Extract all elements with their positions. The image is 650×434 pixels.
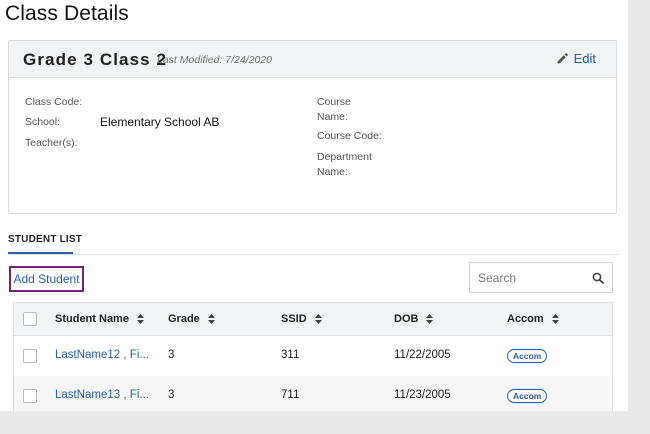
department-name-label: Department Name:: [317, 151, 372, 178]
column-header-grade[interactable]: Grade: [168, 313, 215, 325]
pencil-icon: [557, 53, 568, 64]
student-table: Student Name Grade SSID DOB Accom LastNa…: [13, 302, 613, 411]
class-details-page: Class Details Grade 3 Class 2 Last Modif…: [0, 0, 628, 411]
column-header-ssid[interactable]: SSID: [281, 313, 322, 325]
page-title: Class Details: [5, 2, 129, 25]
dob-cell: 11/23/2005: [394, 389, 451, 401]
course-code-label: Course Code:: [317, 130, 382, 142]
column-label: Accom: [507, 313, 544, 325]
student-name-link[interactable]: LastName13 , Fi...: [55, 389, 149, 401]
sort-icon: [551, 314, 559, 324]
column-label: DOB: [394, 313, 419, 325]
grade-cell: 3: [168, 389, 175, 401]
sort-icon: [314, 314, 322, 324]
student-name-link[interactable]: LastName12 , Fi...: [55, 349, 149, 361]
accom-badge[interactable]: Accom: [507, 389, 548, 403]
sort-icon: [426, 314, 434, 324]
sort-icon: [136, 314, 144, 324]
select-all-checkbox[interactable]: [23, 312, 37, 326]
row-checkbox[interactable]: [23, 389, 37, 403]
grade-cell: 3: [168, 349, 175, 361]
last-modified-text: Last Modified: 7/24/2020: [157, 54, 272, 66]
column-header-student-name[interactable]: Student Name: [55, 313, 144, 325]
row-checkbox[interactable]: [23, 349, 37, 363]
add-student-button[interactable]: Add Student: [9, 266, 84, 292]
search-icon[interactable]: [592, 272, 604, 284]
table-row: LastName13 , Fi... 3 711 11/23/2005 Acco…: [14, 376, 612, 411]
tab-student-list[interactable]: STUDENT LIST: [8, 234, 82, 245]
edit-button[interactable]: Edit: [556, 51, 596, 66]
teachers-label: Teacher(s):: [25, 137, 78, 149]
table-row: LastName12 , Fi... 3 311 11/22/2005 Acco…: [14, 336, 612, 376]
class-info-header: Grade 3 Class 2 Last Modified: 7/24/2020…: [9, 41, 616, 78]
accom-badge[interactable]: Accom: [507, 349, 548, 363]
course-name-label: Course Name:: [317, 96, 351, 123]
column-header-dob[interactable]: DOB: [394, 313, 434, 325]
column-header-accom[interactable]: Accom: [507, 313, 559, 325]
sort-icon: [207, 314, 215, 324]
edit-label: Edit: [573, 51, 596, 66]
search-input[interactable]: [478, 269, 588, 287]
table-header: Student Name Grade SSID DOB Accom: [14, 303, 612, 336]
column-label: Student Name: [55, 313, 129, 325]
class-name: Grade 3 Class 2: [23, 50, 168, 69]
ssid-cell: 711: [281, 389, 300, 401]
column-label: SSID: [281, 313, 307, 325]
ssid-cell: 311: [281, 349, 300, 361]
search-box: [469, 262, 613, 293]
school-label: School:: [25, 116, 61, 128]
tab-divider: [8, 254, 621, 255]
school-value: Elementary School AB: [100, 115, 220, 129]
column-label: Grade: [168, 313, 200, 325]
class-info-card: Grade 3 Class 2 Last Modified: 7/24/2020…: [8, 40, 617, 214]
class-code-label: Class Code:: [25, 96, 83, 108]
dob-cell: 11/22/2005: [394, 349, 451, 361]
